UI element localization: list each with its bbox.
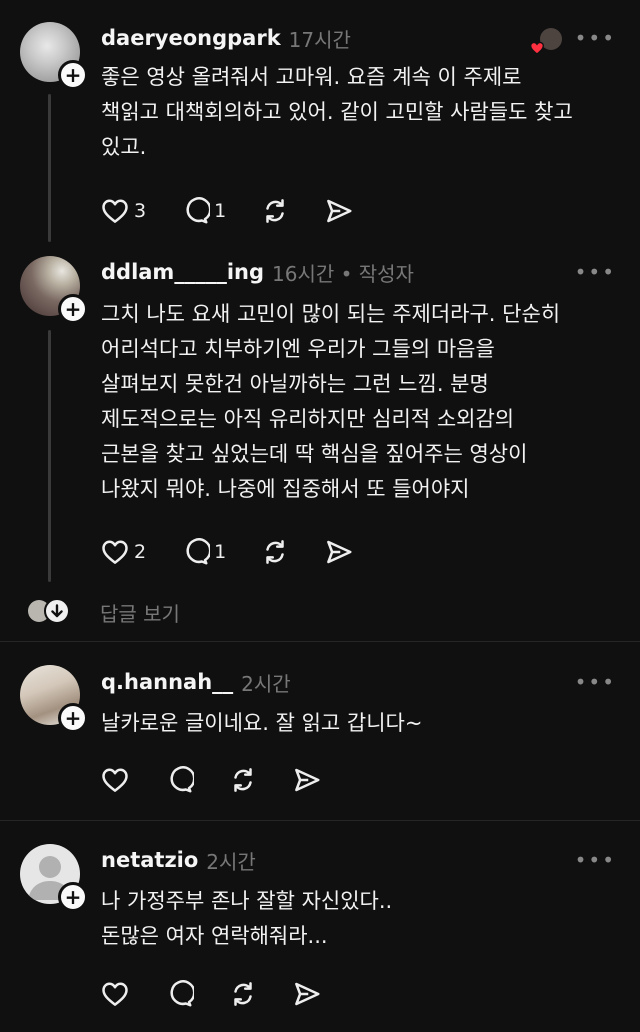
repost-icon — [228, 979, 258, 1009]
comment-icon — [180, 537, 210, 567]
reply-button[interactable] — [164, 979, 194, 1009]
follow-button[interactable]: + — [58, 294, 88, 324]
share-icon — [324, 537, 354, 567]
more-options-icon[interactable]: ••• — [575, 26, 616, 50]
like-button[interactable] — [100, 765, 130, 795]
more-options-icon[interactable]: ••• — [575, 848, 616, 872]
timestamp: 17시간 — [288, 27, 351, 52]
reply-button[interactable] — [164, 765, 194, 795]
avatar[interactable]: + — [20, 22, 88, 90]
like-button[interactable]: 3 — [100, 196, 146, 226]
like-button[interactable]: 2 — [100, 537, 146, 567]
view-replies-link[interactable]: 답글 보기 — [100, 598, 180, 627]
share-button[interactable] — [292, 979, 322, 1009]
repost-button[interactable] — [228, 765, 258, 795]
heart-icon — [100, 196, 130, 226]
repost-icon — [260, 537, 290, 567]
repost-button[interactable] — [260, 537, 290, 567]
heart-badge-icon — [529, 41, 545, 55]
divider — [0, 820, 640, 821]
heart-icon — [100, 537, 130, 567]
comment-icon — [180, 196, 210, 226]
thread-line — [48, 94, 51, 242]
more-options-icon[interactable]: ••• — [575, 670, 616, 694]
reply-count: 1 — [214, 200, 227, 222]
divider — [0, 641, 640, 642]
repost-icon — [228, 765, 258, 795]
share-button[interactable] — [292, 765, 322, 795]
heart-icon — [100, 979, 130, 1009]
share-icon — [292, 765, 322, 795]
username[interactable]: netatzio — [101, 848, 198, 872]
share-icon — [292, 979, 322, 1009]
timestamp: 2시간 — [206, 849, 256, 874]
like-button[interactable] — [100, 979, 130, 1009]
like-count: 2 — [134, 541, 147, 563]
reply-count: 1 — [214, 541, 227, 563]
comment-text: 좋은 영상 올려줘서 고마워. 요즘 계속 이 주제로 책읽고 대책회의하고 있… — [101, 65, 573, 159]
username[interactable]: ddlam_____ing — [101, 260, 264, 284]
comment-text: 그치 나도 요새 고민이 많이 되는 주제더라구. 단순히 어리석다고 치부하기… — [101, 302, 561, 501]
share-button[interactable] — [324, 537, 354, 567]
comment-text: 날카로운 글이네요. 잘 읽고 갑니다~ — [101, 711, 423, 735]
arrow-down-icon — [44, 598, 70, 624]
repost-button[interactable] — [228, 979, 258, 1009]
avatar[interactable]: + — [20, 844, 88, 912]
username[interactable]: q.hannah__ — [101, 670, 233, 694]
follow-button[interactable]: + — [58, 60, 88, 90]
like-count: 3 — [134, 200, 147, 222]
more-options-icon[interactable]: ••• — [575, 260, 616, 284]
heart-icon — [100, 765, 130, 795]
repost-button[interactable] — [260, 196, 290, 226]
repost-icon — [260, 196, 290, 226]
share-button[interactable] — [324, 196, 354, 226]
reply-button[interactable]: 1 — [180, 196, 226, 226]
timestamp: 2시간 — [241, 671, 291, 696]
share-icon — [324, 196, 354, 226]
comment-icon — [164, 765, 194, 795]
avatar[interactable]: + — [20, 665, 88, 733]
timestamp: 16시간 • 작성자 — [272, 261, 414, 286]
reply-button[interactable]: 1 — [180, 537, 226, 567]
follow-button[interactable]: + — [58, 882, 88, 912]
thread-line — [48, 330, 51, 582]
comment-icon — [164, 979, 194, 1009]
username[interactable]: daeryeongpark — [101, 26, 281, 50]
follow-button[interactable]: + — [58, 703, 88, 733]
comment-text: 나 가정주부 존나 잘할 자신있다.. 돈많은 여자 연락해줘라... — [101, 889, 393, 948]
avatar[interactable]: + — [20, 256, 88, 324]
